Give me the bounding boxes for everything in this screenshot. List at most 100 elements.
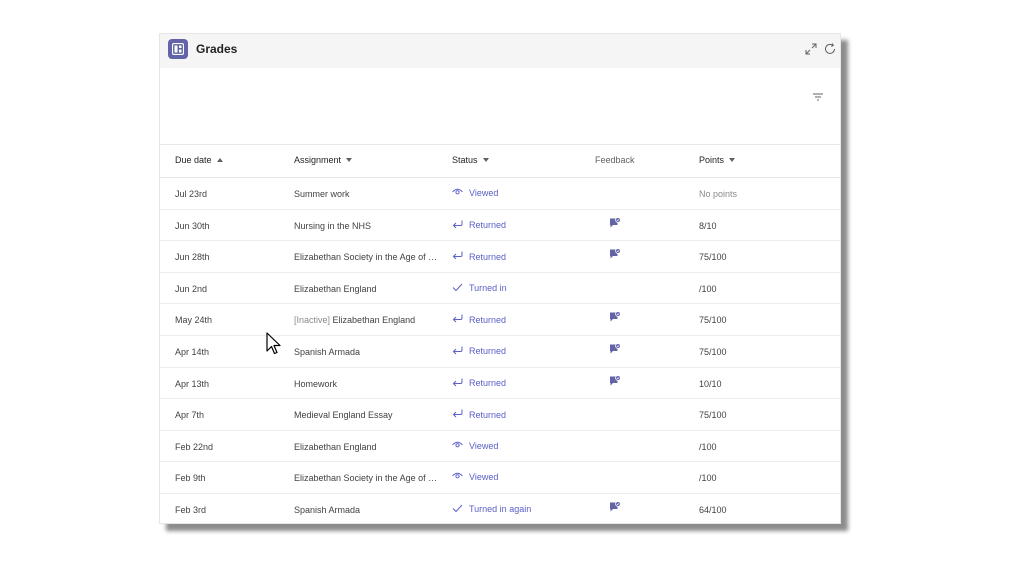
status-cell: Turned in: [452, 283, 582, 294]
assignment-cell[interactable]: Summer work: [294, 189, 440, 199]
feedback-icon[interactable]: [609, 311, 621, 325]
assignment-cell[interactable]: Elizabethan Society in the Age of Ex...: [294, 252, 440, 262]
due-date-cell: Feb 22nd: [175, 441, 214, 452]
assignment-name: Homework: [294, 378, 338, 389]
status-text: Returned: [469, 314, 507, 325]
status-text: Returned: [469, 251, 507, 262]
due-date-cell: May 24th: [175, 315, 213, 326]
assignment-name: Elizabethan Society in the Age of Ex...: [294, 473, 440, 484]
chevron-down-icon: [729, 158, 736, 162]
assignment-name: Summer work: [294, 189, 350, 199]
status-text: Returned: [469, 220, 507, 231]
table-row[interactable]: Jul 23rd Summer work Viewed No points: [160, 178, 840, 210]
refresh-icon[interactable]: [823, 42, 839, 58]
feedback-icon[interactable]: [609, 343, 621, 357]
assignment-name: Nursing in the NHS: [294, 220, 372, 231]
assignment-name: Spanish Armada: [294, 346, 361, 357]
assignment-cell[interactable]: Elizabethan England: [294, 442, 440, 452]
table-body: Jul 23rd Summer work Viewed No points Jun 30…: [160, 178, 840, 523]
status-cell: Returned: [452, 346, 582, 357]
status-text: Viewed: [469, 440, 499, 451]
check-icon: [452, 504, 463, 515]
status-cell: Viewed: [452, 441, 582, 451]
status-text: Turned in: [469, 283, 507, 294]
status-cell: Viewed: [452, 188, 582, 198]
table-row[interactable]: Jun 30th Nursing in the NHS Returned 8/10: [160, 210, 840, 242]
assignment-cell[interactable]: Elizabethan Society in the Age of Ex...: [294, 473, 440, 483]
header-due-date[interactable]: Due date: [175, 155, 223, 165]
points-cell: /100: [699, 283, 717, 294]
eye-icon: [452, 188, 463, 198]
return-icon: [452, 346, 463, 357]
points-cell: No points: [699, 189, 738, 199]
check-icon: [452, 283, 463, 294]
table-row[interactable]: Apr 14th Spanish Armada Returned 75/100: [160, 336, 840, 368]
table-row[interactable]: Apr 13th Homework Returned 10/10: [160, 368, 840, 400]
assignment-name: Elizabethan England: [332, 315, 416, 326]
assignment-cell[interactable]: Medieval England Essay: [294, 410, 440, 420]
status-cell: Returned: [452, 314, 582, 325]
feedback-icon[interactable]: [609, 501, 621, 515]
expand-icon[interactable]: [804, 42, 820, 58]
table-row[interactable]: Feb 3rd Spanish Armada Turned in again 64/1…: [160, 494, 840, 523]
feedback-icon[interactable]: [609, 374, 621, 389]
table-row[interactable]: Apr 7th Medieval England Essay Returned 75/…: [160, 399, 840, 431]
assignment-cell[interactable]: Nursing in the NHS: [294, 221, 440, 231]
assignment-name: Spanish Armada: [294, 504, 361, 515]
due-date-cell: Jun 30th: [175, 220, 210, 231]
table-row[interactable]: May 24th [Inactive] Elizabethan England Re…: [160, 304, 840, 336]
eye-icon: [452, 472, 463, 482]
table-row[interactable]: Feb 9th Elizabethan Society in the Age of…: [160, 462, 840, 494]
assignment-name: Medieval England Essay: [294, 410, 393, 421]
table-row[interactable]: Jun 28th Elizabethan Society in the Age o…: [160, 241, 840, 273]
header-feedback-label: Feedback: [595, 155, 635, 165]
due-date-cell: Jun 28th: [175, 252, 210, 263]
header-assignment-label: Assignment: [294, 155, 342, 165]
title-bar: Grades: [160, 34, 840, 68]
assignment-cell[interactable]: Spanish Armada: [294, 505, 440, 515]
status-cell: Viewed: [452, 472, 582, 482]
due-date-cell: Apr 7th: [175, 410, 205, 421]
assignment-name: Elizabethan England: [294, 441, 377, 452]
sort-ascending-icon: [216, 158, 223, 162]
mouse-cursor-icon: [266, 332, 282, 361]
points-cell: 75/100: [699, 346, 727, 357]
points-cell: /100: [699, 441, 717, 452]
points-cell: 75/100: [699, 252, 727, 263]
status-cell: Turned in again: [452, 504, 582, 515]
feedback-icon[interactable]: [609, 248, 621, 262]
points-cell: 75/100: [699, 410, 727, 421]
points-cell: 8/10: [699, 220, 717, 231]
assignment-cell[interactable]: Elizabethan England: [294, 284, 440, 294]
header-points[interactable]: Points: [699, 155, 736, 165]
eye-icon: [452, 441, 463, 451]
header-status[interactable]: Status: [452, 155, 489, 165]
table-header: Due date Assignment Status Feedback Poin…: [160, 144, 840, 178]
status-text: Viewed: [469, 472, 499, 483]
due-date-cell: Apr 14th: [175, 346, 210, 357]
assignment-cell[interactable]: Spanish Armada: [294, 347, 440, 357]
return-icon: [452, 378, 463, 389]
return-icon: [452, 251, 463, 262]
header-feedback: Feedback: [595, 155, 635, 165]
assignment-cell[interactable]: [Inactive] Elizabethan England: [294, 315, 440, 325]
filter-icon[interactable]: [812, 89, 826, 103]
status-text: Returned: [469, 346, 507, 357]
header-assignment[interactable]: Assignment: [294, 155, 353, 165]
feedback-icon[interactable]: [609, 216, 621, 231]
return-icon: [452, 314, 463, 325]
grades-table: Due date Assignment Status Feedback Poin…: [160, 144, 840, 523]
table-row[interactable]: Feb 22nd Elizabethan England Viewed/100: [160, 431, 840, 463]
header-status-label: Status: [452, 155, 478, 165]
assignment-name: Elizabethan Society in the Age of Ex...: [294, 252, 440, 263]
points-cell: /100: [699, 473, 717, 484]
assignment-cell[interactable]: Homework: [294, 379, 440, 389]
status-cell: Returned: [452, 220, 582, 231]
status-text: Viewed: [469, 188, 499, 198]
app-title: Grades: [196, 42, 238, 56]
due-date-cell: Jul 23rd: [175, 189, 208, 199]
points-cell: 10/10: [699, 378, 722, 389]
table-row[interactable]: Jun 2nd Elizabethan England Turned in/100: [160, 273, 840, 305]
status-text: Returned: [469, 378, 507, 389]
status-text: Returned: [469, 409, 507, 420]
